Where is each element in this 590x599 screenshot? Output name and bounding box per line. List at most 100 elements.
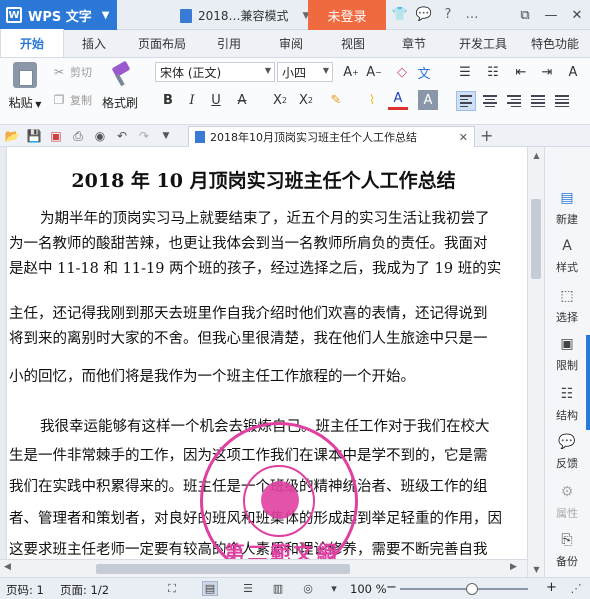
tab-home[interactable]: 开始 <box>0 29 64 57</box>
horizontal-scrollbar[interactable]: ◀ ▶ <box>0 559 527 577</box>
vertical-scrollbar[interactable]: ▲ ▼ <box>527 147 544 577</box>
text-direction-icon[interactable]: A <box>563 62 583 82</box>
select-icon: ⬚ <box>560 288 574 304</box>
page-view-icon[interactable]: ▤ <box>202 581 218 596</box>
highlight-icon[interactable]: ✎ <box>326 90 346 110</box>
paste-button[interactable]: 粘贴 ▼ <box>8 62 42 111</box>
save-icon[interactable]: 💾 <box>26 128 42 144</box>
zoom-in-button[interactable]: + <box>546 580 557 595</box>
sidebar-item-select[interactable]: ⬚ 选择 <box>545 287 589 325</box>
feedback-icon: 💬 <box>558 434 576 450</box>
zoom-out-button[interactable]: − <box>386 580 397 595</box>
print-icon[interactable]: ⎙ <box>70 128 86 144</box>
chevron-down-icon: ▼ <box>101 9 110 21</box>
zoom-slider-track[interactable] <box>400 588 528 590</box>
tab-review[interactable]: 审阅 <box>258 29 324 57</box>
bold-icon[interactable]: B <box>158 90 178 110</box>
scroll-down-icon[interactable]: ▼ <box>528 561 545 577</box>
outline-view-icon[interactable]: ☰ <box>240 581 256 596</box>
copy-label: 复制 <box>70 94 92 107</box>
shrink-font-icon[interactable]: A − <box>364 62 384 82</box>
window-doc-title[interactable]: 2018…兼容模式 ▼ <box>180 7 309 24</box>
sidebar-item-backup[interactable]: ⎘ 备份 <box>545 531 589 569</box>
help-icon[interactable]: ? <box>440 6 456 22</box>
sidebar-item-new[interactable]: ▤ 新建 <box>545 189 589 227</box>
align-right-icon[interactable] <box>504 91 524 111</box>
cut-button[interactable]: ✂ 剪切 <box>52 64 92 80</box>
preview-icon[interactable]: ◉ <box>92 128 108 144</box>
sidebar-item-label: 备份 <box>556 555 578 568</box>
text-highlight-icon[interactable]: ⌇ <box>362 90 382 110</box>
numbered-list-icon[interactable]: ☷ <box>483 62 503 82</box>
font-color-icon[interactable]: A <box>388 90 408 110</box>
sidebar-item-label: 限制 <box>556 359 578 372</box>
font-name-value: 宋体 (正文) <box>160 65 222 80</box>
ribbon: 粘贴 ▼ ✂ 剪切 ❐ 复制 格式刷 宋体 (正文) ▼ 小四 ▼ A + A − … <box>0 58 590 125</box>
char-shading-icon[interactable]: A <box>418 90 438 110</box>
tab-insert[interactable]: 插入 <box>64 29 124 57</box>
chat-icon[interactable]: 💬 <box>416 6 432 22</box>
tab-special[interactable]: 特色功能 <box>520 29 590 57</box>
tab-page-layout[interactable]: 页面布局 <box>124 29 200 57</box>
login-button[interactable]: 未登录 <box>308 0 386 30</box>
pinyin-icon[interactable]: 文 <box>414 62 434 82</box>
minimize-icon[interactable]: — <box>538 0 564 30</box>
superscript-icon[interactable]: X2 <box>270 90 290 110</box>
underline-icon[interactable]: U <box>206 90 226 110</box>
document-canvas[interactable]: 2018 年 10 月顶岗实习班主任个人工作总结 为期半年的顶岗实习马上就要结束… <box>0 147 527 577</box>
chevron-down-icon[interactable]: ▼ <box>158 128 174 144</box>
grow-font-icon[interactable]: A + <box>341 62 361 82</box>
tab-view[interactable]: 视图 <box>324 29 382 57</box>
italic-icon[interactable]: I <box>182 90 202 110</box>
align-justify-icon[interactable] <box>528 91 548 111</box>
add-tab-icon[interactable]: + <box>480 126 493 145</box>
tab-references[interactable]: 引用 <box>200 29 258 57</box>
document-tab[interactable]: 2018年10月顶岗实习班主任个人工作总结 ✕ <box>188 126 475 147</box>
scroll-thumb[interactable] <box>531 199 541 279</box>
focus-mode-icon[interactable]: ⛶ <box>164 581 180 596</box>
close-icon[interactable]: ✕ <box>459 131 468 144</box>
sidebar-item-properties[interactable]: ⚙ 属性 <box>545 483 589 521</box>
resize-grip-icon[interactable]: ⋰ <box>568 581 584 596</box>
skin-icon[interactable]: 👕 <box>392 6 408 22</box>
hscroll-thumb[interactable] <box>96 564 350 574</box>
redo-icon[interactable]: ↷ <box>136 128 152 144</box>
font-name-select[interactable]: 宋体 (正文) ▼ <box>155 62 275 82</box>
app-menu-button[interactable]: W WPS 文字 ▼ <box>0 0 117 30</box>
status-bar: 页码: 1 页面: 1/2 ⛶ ▤ ☰ ▥ ◎ ▾ 100 % − + ⋰ <box>0 577 590 599</box>
sidebar-item-feedback[interactable]: 💬 反馈 <box>545 433 589 471</box>
close-icon[interactable]: ✕ <box>564 0 590 30</box>
reading-view-icon[interactable]: ▥ <box>270 581 286 596</box>
scroll-left-icon[interactable]: ◀ <box>4 562 11 572</box>
restore-icon[interactable]: ⧉ <box>512 0 538 30</box>
distribute-icon[interactable] <box>552 91 572 111</box>
align-center-icon[interactable] <box>480 91 500 111</box>
sidebar-item-label: 选择 <box>556 311 578 324</box>
tab-developer[interactable]: 开发工具 <box>446 29 520 57</box>
sidebar-item-style[interactable]: A 样式 <box>545 237 589 275</box>
decrease-indent-icon[interactable]: ⇤ <box>511 62 531 82</box>
subscript-icon[interactable]: X2 <box>296 90 316 110</box>
open-folder-icon[interactable]: 📂 <box>4 128 20 144</box>
sidebar-item-structure[interactable]: ☷ 结构 <box>545 385 589 423</box>
more-icon[interactable]: … <box>464 6 480 22</box>
format-painter-button[interactable]: 格式刷 <box>100 62 140 111</box>
clear-format-icon[interactable]: ◇ <box>392 62 412 82</box>
tab-chapter[interactable]: 章节 <box>382 29 446 57</box>
zoom-level[interactable]: 100 % <box>350 582 387 596</box>
zoom-slider-knob[interactable] <box>466 583 478 595</box>
scroll-right-icon[interactable]: ▶ <box>510 562 517 572</box>
zoom-dropdown-icon[interactable]: ▾ <box>326 581 342 596</box>
align-left-icon[interactable] <box>456 91 476 111</box>
structure-icon: ☷ <box>560 386 574 402</box>
font-size-select[interactable]: 小四 ▼ <box>277 62 333 82</box>
export-pdf-icon[interactable]: ▣ <box>48 128 64 144</box>
scroll-up-icon[interactable]: ▲ <box>528 147 545 163</box>
copy-button[interactable]: ❐ 复制 <box>52 92 92 108</box>
sidebar-item-restrict[interactable]: ▣ 限制 <box>545 335 589 373</box>
web-view-icon[interactable]: ◎ <box>300 581 316 596</box>
bullet-list-icon[interactable]: ☰ <box>455 62 475 82</box>
increase-indent-icon[interactable]: ⇥ <box>537 62 557 82</box>
strikethrough-icon[interactable]: A <box>232 90 252 110</box>
undo-icon[interactable]: ↶ <box>114 128 130 144</box>
